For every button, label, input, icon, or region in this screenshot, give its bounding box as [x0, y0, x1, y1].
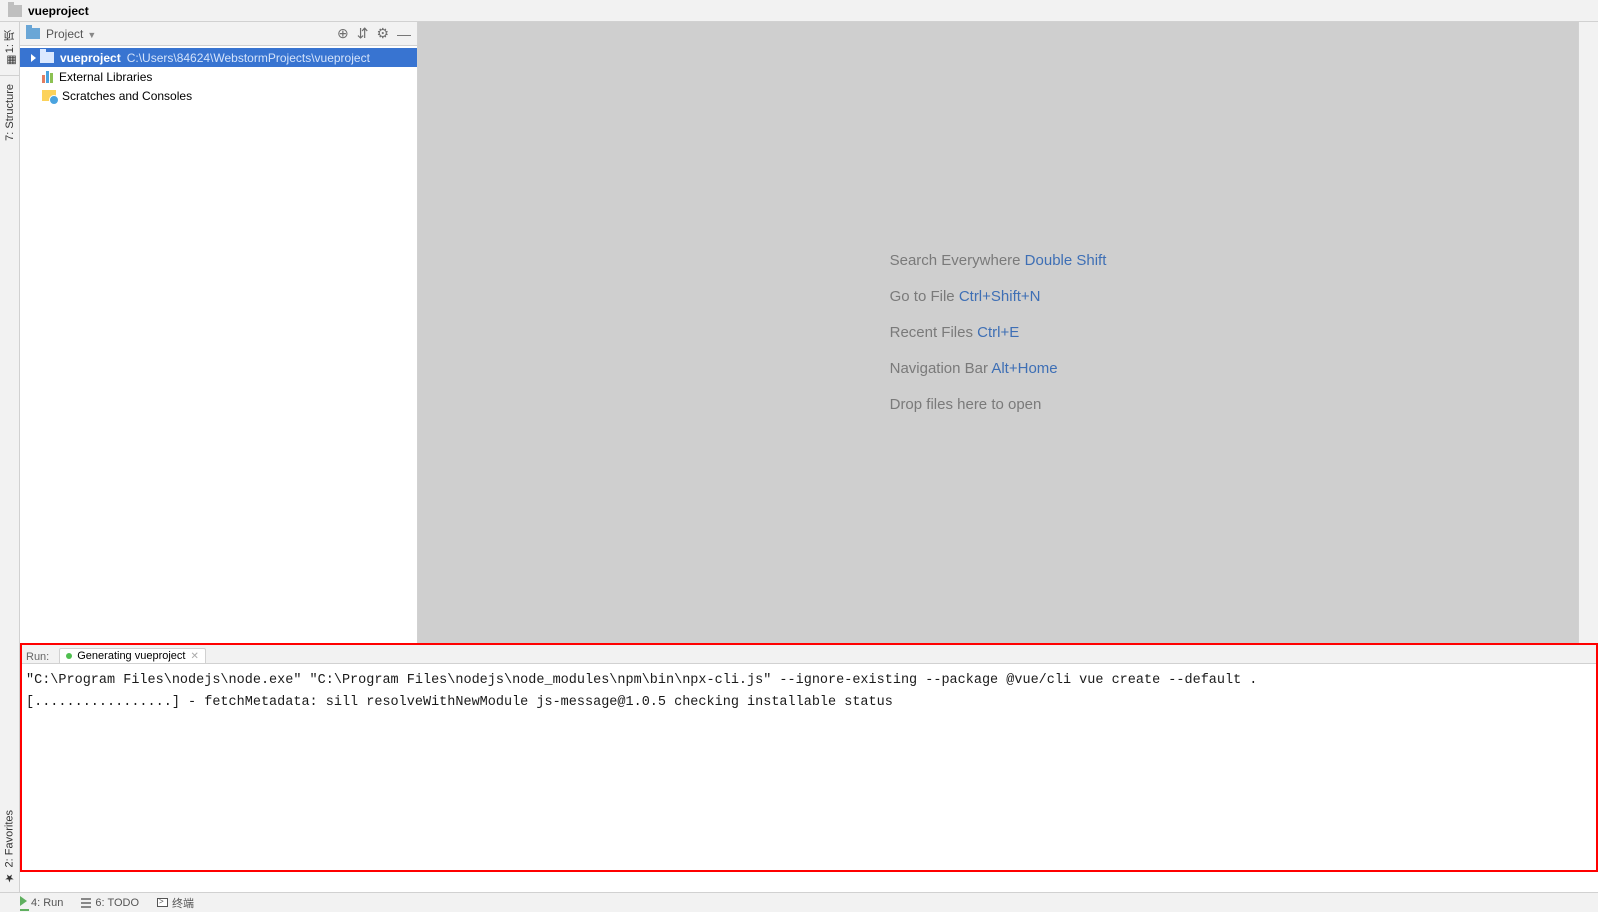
- right-tool-gutter: [1578, 22, 1598, 643]
- scratches-icon: [42, 90, 56, 101]
- running-indicator-icon: [66, 653, 72, 659]
- folder-icon: [40, 52, 54, 63]
- gear-icon[interactable]: ⚙: [376, 25, 389, 42]
- run-tool-window: Run: Generating vueproject ✕ "C:\Program…: [20, 643, 1598, 872]
- close-tab-icon[interactable]: ✕: [190, 651, 198, 662]
- folder-icon: [8, 5, 22, 17]
- project-panel-header[interactable]: Project▼ ⊕ ⇵ ⚙ —: [20, 22, 417, 46]
- status-todo-button[interactable]: 6: TODO: [81, 897, 139, 909]
- gutter-tab-favorites[interactable]: ★ 2: Favorites: [1, 802, 18, 892]
- tree-node-external-libraries[interactable]: External Libraries: [20, 67, 417, 86]
- gutter-tab-project[interactable]: ▦ 1: 项: [0, 22, 20, 75]
- status-run-button[interactable]: 4: Run: [20, 896, 63, 909]
- status-terminal-button[interactable]: 终端: [157, 895, 194, 911]
- hide-panel-icon[interactable]: —: [397, 26, 411, 42]
- libraries-icon: [42, 71, 53, 83]
- collapse-all-icon[interactable]: ⇵: [357, 25, 369, 42]
- project-tool-window: Project▼ ⊕ ⇵ ⚙ — vueprojec: [20, 22, 418, 643]
- locate-icon[interactable]: ⊕: [337, 25, 349, 42]
- tree-node-scratches[interactable]: Scratches and Consoles: [20, 86, 417, 105]
- run-configuration-tab[interactable]: Generating vueproject ✕: [59, 648, 206, 663]
- tree-node-root[interactable]: vueproject C:\Users\84624\WebstormProjec…: [20, 48, 417, 67]
- project-view-icon: [26, 28, 40, 39]
- breadcrumb-project: vueproject: [28, 4, 89, 18]
- project-view-title[interactable]: Project▼: [46, 27, 337, 41]
- breadcrumb[interactable]: vueproject: [0, 0, 1598, 22]
- run-panel-label: Run:: [22, 651, 59, 663]
- chevron-down-icon: ▼: [87, 30, 96, 40]
- run-icon: [20, 896, 27, 909]
- terminal-icon: [157, 898, 168, 907]
- gutter-tab-structure[interactable]: 7: Structure: [2, 76, 18, 149]
- expand-arrow-icon[interactable]: [28, 53, 38, 63]
- run-console-output[interactable]: "C:\Program Files\nodejs\node.exe" "C:\P…: [22, 664, 1596, 870]
- todo-icon: [81, 898, 91, 908]
- left-tool-gutter: ▦ 1: 项 7: Structure ★ 2: Favorites: [0, 22, 20, 892]
- project-tree[interactable]: vueproject C:\Users\84624\WebstormProjec…: [20, 46, 417, 107]
- project-gutter-icon: ▦: [5, 57, 15, 67]
- bottom-tool-bar: 4: Run 6: TODO 终端: [0, 892, 1598, 912]
- editor-empty-state[interactable]: Search Everywhere Double Shift Go to Fil…: [418, 22, 1578, 643]
- editor-hints: Search Everywhere Double Shift Go to Fil…: [890, 243, 1107, 423]
